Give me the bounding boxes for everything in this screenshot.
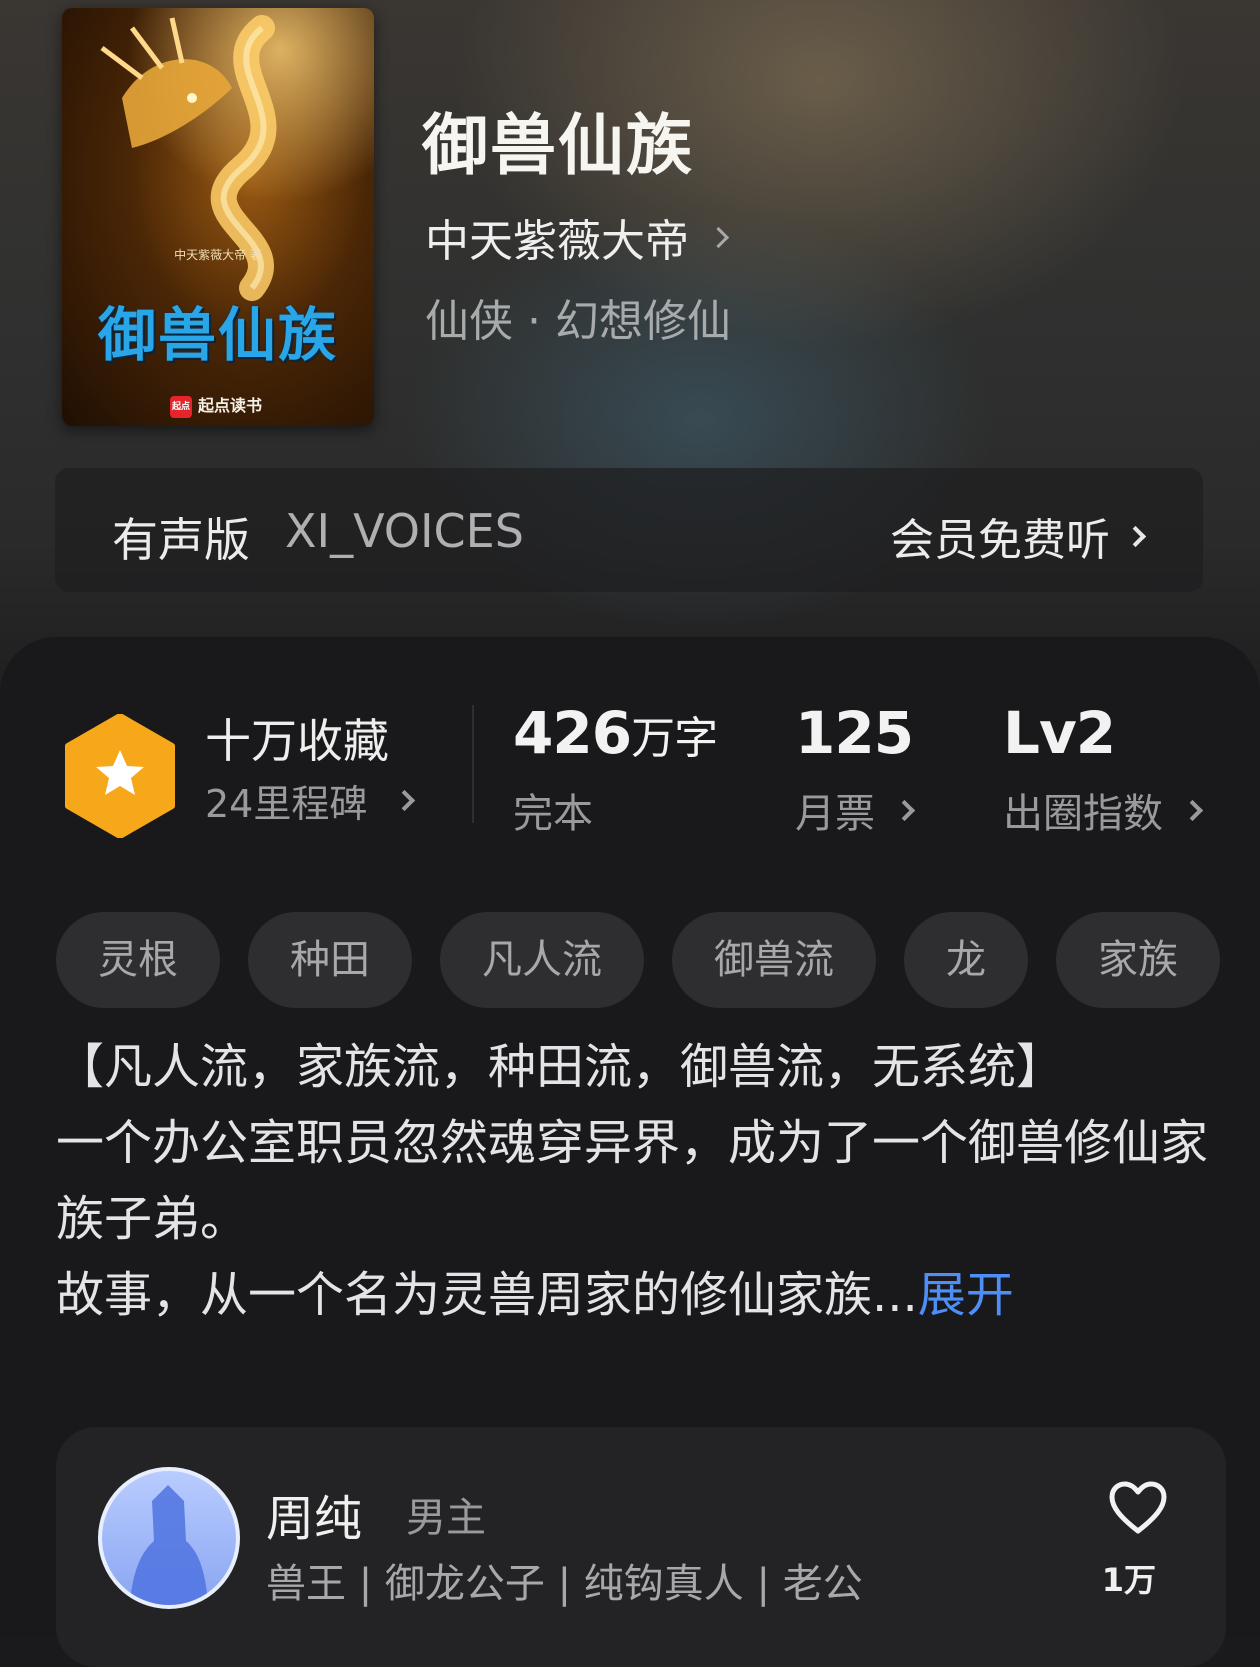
member-free-listen-label: 会员免费听 <box>890 515 1110 566</box>
publisher-logo-icon: 起点 <box>170 395 192 418</box>
cover-publisher: 起点 起点读书 <box>170 392 262 418</box>
star-hexagon-icon <box>65 714 175 838</box>
author-link[interactable]: 中天紫薇大帝 <box>425 205 730 269</box>
popularity-label: 出圈指数 <box>1003 791 1163 837</box>
heart-icon[interactable] <box>1108 1481 1168 1535</box>
like-count: 1万 <box>1101 1561 1156 1599</box>
character-role: 男主 <box>406 1495 486 1541</box>
tag-chip[interactable]: 种田 <box>248 912 412 1008</box>
word-count-unit: 万字 <box>631 713 718 764</box>
tag-list: 灵根 种田 凡人流 御兽流 龙 家族 <box>56 912 1248 1008</box>
description-line: 一个办公室职员忽然魂穿异界，成为了一个御兽修仙家族子弟。 <box>56 1115 1209 1247</box>
milestone-link[interactable]: 24里程碑 <box>205 773 416 828</box>
chevron-right-icon <box>707 226 730 248</box>
avatar <box>98 1467 240 1609</box>
tag-chip[interactable]: 家族 <box>1056 912 1220 1008</box>
chevron-right-icon <box>1181 799 1204 821</box>
monthly-votes-label: 月票 <box>795 791 875 837</box>
character-card[interactable]: 周纯 男主 兽王 | 御龙公子 | 纯钩真人 | 老公 1万 <box>56 1427 1226 1667</box>
tag-chip[interactable]: 御兽流 <box>672 912 876 1008</box>
cover-title: 御兽仙族 <box>97 301 338 369</box>
popularity-stat[interactable]: Lv2 出圈指数 <box>1003 699 1204 839</box>
tag-chip[interactable]: 灵根 <box>56 912 220 1008</box>
book-title: 御兽仙族 <box>422 106 694 184</box>
character-titles: 兽王 | 御龙公子 | 纯钩真人 | 老公 <box>266 1561 863 1607</box>
completion-status: 完本 <box>513 791 593 837</box>
tag-chip[interactable]: 龙 <box>904 912 1028 1008</box>
header-section: 中天紫薇大帝 著 御兽仙族 起点 起点读书 御兽仙族 中天紫薇大帝 仙侠 · 幻想… <box>0 0 1260 720</box>
favorites-title[interactable]: 十万收藏 <box>205 705 389 771</box>
book-genre: 仙侠 · 幻想修仙 <box>425 296 731 347</box>
member-free-listen-button[interactable]: 会员免费听 <box>890 504 1147 568</box>
popularity-value: Lv2 <box>1003 699 1116 767</box>
divider <box>472 705 474 823</box>
chevron-right-icon <box>893 799 916 821</box>
expand-link[interactable]: 展开 <box>918 1267 1014 1323</box>
detail-panel: 十万收藏 24里程碑 426万字 完本 125 月票 Lv2 出圈指数 灵根 种… <box>0 637 1260 1667</box>
character-name: 周纯 <box>266 1491 363 1547</box>
chevron-right-icon <box>1124 525 1147 547</box>
audiobook-bar[interactable]: 有声版 XI_VOICES 会员免费听 <box>55 468 1203 592</box>
word-count-stat: 426万字 完本 <box>513 699 718 839</box>
monthly-votes-stat[interactable]: 125 月票 <box>795 699 916 839</box>
publisher-name: 起点读书 <box>198 396 263 415</box>
word-count-value: 426 <box>513 699 632 767</box>
description-line: 【凡人流，家族流，种田流，御兽流，无系统】 <box>56 1039 1065 1095</box>
author-name: 中天紫薇大帝 <box>425 216 689 267</box>
cover-author-line: 中天紫薇大帝 著 <box>174 248 262 262</box>
tag-chip[interactable]: 凡人流 <box>440 912 644 1008</box>
monthly-votes-value: 125 <box>795 699 914 767</box>
milestone-label: 24里程碑 <box>205 782 368 826</box>
audio-label: 有声版 <box>112 513 250 567</box>
audio-voice: XI_VOICES <box>285 504 524 558</box>
description-line: 故事，从一个名为灵兽周家的修仙家族... <box>56 1267 918 1323</box>
book-cover[interactable]: 中天紫薇大帝 著 御兽仙族 起点 起点读书 <box>62 8 374 426</box>
book-description: 【凡人流，家族流，种田流，御兽流，无系统】 一个办公室职员忽然魂穿异界，成为了一… <box>56 1029 1216 1333</box>
chevron-right-icon <box>394 789 416 812</box>
